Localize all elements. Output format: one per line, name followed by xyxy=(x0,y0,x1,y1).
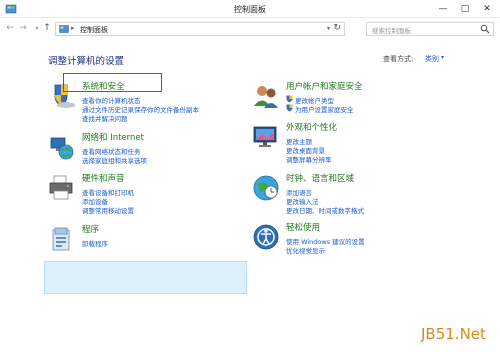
programs-selected-background xyxy=(44,261,247,294)
printer-icon xyxy=(49,175,73,200)
back-button[interactable]: ← xyxy=(4,22,16,35)
link-homegroup-sharing[interactable]: 选择家庭组和共享选项 xyxy=(82,155,147,165)
window-title: 控制面板 xyxy=(234,5,266,14)
address-bar[interactable]: ▸ 控制面板 ▾ ↻ xyxy=(55,22,345,36)
view-by-label: 查看方式: xyxy=(383,55,414,63)
breadcrumb-control-panel[interactable]: 控制面板 xyxy=(80,25,108,35)
refresh-icon[interactable]: ↻ xyxy=(333,23,341,33)
category-title[interactable]: 硬件和声音 xyxy=(82,172,125,184)
search-placeholder: 搜索控制面板 xyxy=(372,27,411,35)
category-ease-of-access: 轻松使用 使用 Windows 建议的设置 优化视觉显示 xyxy=(252,223,452,263)
control-panel-small-icon xyxy=(59,25,69,33)
close-button[interactable]: ✕ xyxy=(476,0,498,18)
link-uninstall-program[interactable]: 卸载程序 xyxy=(82,238,108,248)
programs-icon xyxy=(52,227,70,251)
minimize-button[interactable]: — xyxy=(432,0,454,18)
link-screen-resolution[interactable]: 调整屏幕分辨率 xyxy=(286,154,332,164)
breadcrumb-separator-icon[interactable]: ▸ xyxy=(71,24,75,32)
watermark-text: JB51.Net xyxy=(421,325,486,343)
category-programs: 程序 卸载程序 xyxy=(48,225,248,265)
address-dropdown-icon[interactable]: ▾ xyxy=(327,25,330,32)
maximize-button[interactable]: □ xyxy=(454,0,476,18)
search-icon[interactable] xyxy=(480,24,490,34)
category-title[interactable]: 外观和个性化 xyxy=(286,121,337,133)
navigation-bar: ← → ▾ ↑ ▸ 控制面板 ▾ ↻ 搜索控制面板 xyxy=(0,18,500,40)
monitor-icon xyxy=(253,126,277,147)
view-by-chevron-down-icon[interactable]: ▾ xyxy=(441,54,444,61)
category-title[interactable]: 网络和 Internet xyxy=(82,131,144,143)
category-hardware-sound: 硬件和声音 查看设备和打印机 添加设备 调整常用移动设置 xyxy=(48,172,248,215)
link-date-time-format[interactable]: 更改日期、时间或数字格式 xyxy=(286,205,364,215)
ease-of-access-icon xyxy=(253,224,279,250)
search-input[interactable]: 搜索控制面板 xyxy=(366,22,494,36)
up-button[interactable]: ↑ xyxy=(41,22,53,35)
link-family-safety[interactable]: 为用户设置家庭安全 xyxy=(295,104,354,114)
title-bar: 控制面板 — □ ✕ xyxy=(0,0,500,18)
control-panel-content: 调整计算机的设置 查看方式: 类别 ▾ 系统和安全 查看你的计算机状态 通过文件… xyxy=(0,40,500,352)
clock-globe-icon xyxy=(253,175,279,201)
category-clock-language-region: 时钟、语言和区域 添加语言 更改输入法 更改日期、时间或数字格式 xyxy=(252,172,452,215)
category-network-internet: 网络和 Internet 查看网络状态和任务 选择家庭组和共享选项 xyxy=(48,133,248,173)
uac-shield-icon xyxy=(286,95,293,103)
link-troubleshoot[interactable]: 查找并解决问题 xyxy=(82,113,128,123)
view-by-dropdown[interactable]: 类别 xyxy=(425,54,439,64)
category-title[interactable]: 时钟、语言和区域 xyxy=(286,172,354,184)
category-title[interactable]: 轻松使用 xyxy=(286,221,320,233)
uac-shield-icon xyxy=(286,104,293,112)
category-appearance: 外观和个性化 更改主题 更改桌面背景 调整屏幕分辨率 xyxy=(252,121,452,164)
users-icon xyxy=(254,86,278,108)
link-optimize-visual-display[interactable]: 优化视觉显示 xyxy=(286,245,325,255)
red-highlight-box xyxy=(63,73,162,92)
network-globe-icon xyxy=(50,137,74,160)
forward-button[interactable]: → xyxy=(17,22,29,35)
page-title: 调整计算机的设置 xyxy=(48,56,125,67)
category-user-accounts: 用户帐户和家庭安全 更改帐户类型 为用户设置家庭安全 xyxy=(252,82,452,122)
category-title[interactable]: 用户帐户和家庭安全 xyxy=(286,80,363,92)
link-mobility-settings[interactable]: 调整常用移动设置 xyxy=(82,205,134,215)
category-title[interactable]: 程序 xyxy=(82,223,99,235)
